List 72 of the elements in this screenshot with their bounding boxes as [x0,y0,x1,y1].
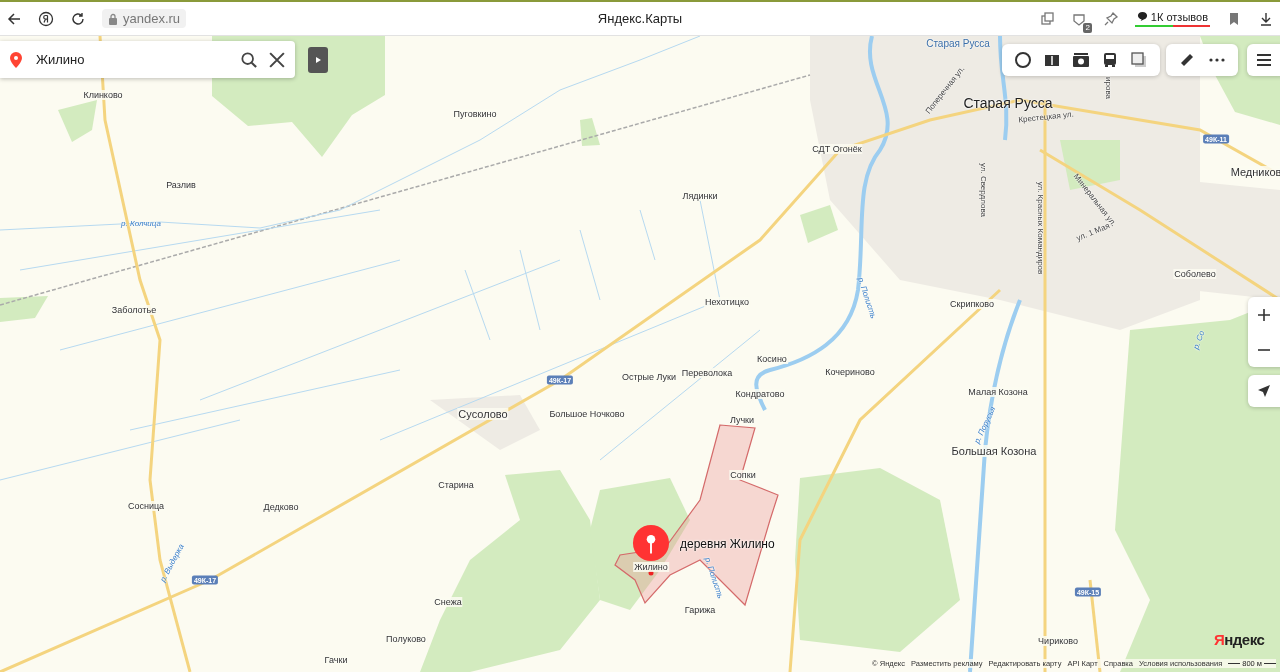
forest-area [0,296,48,322]
layers-icon[interactable] [1130,51,1149,69]
place-label: Нехотицко [704,297,750,307]
place-label: Гачки [323,655,349,665]
location-dot [648,570,654,576]
place-label: Медников [1229,166,1280,178]
marker-label: деревня Жилино [680,537,775,551]
place-label: Сопки [729,470,757,480]
river-label: р. Со [1191,329,1207,351]
place-label: Соболево [1173,269,1217,279]
yandex-logo: Яндекс [1214,631,1265,648]
place-label: Полуково [385,634,427,644]
place-label: СДТ Огонёк [811,144,863,154]
place-label: Большое Ночково [548,409,626,419]
river-label: р. Колчица [121,218,161,228]
district-label: Старая Русса [926,37,990,49]
place-label: Дедково [262,502,300,512]
location-arrow-icon [1257,384,1271,398]
place-label: Лучки [728,415,756,425]
place-label: Сосница [126,501,166,511]
place-label: Лядинки [681,191,719,201]
place-label: Сусолово [457,408,509,420]
city-label: Старая Русса [963,95,1053,111]
place-label: Переволока [680,368,734,378]
search-icon[interactable] [241,51,257,68]
place-label: Старина [437,480,475,490]
download-icon[interactable] [1258,10,1274,27]
street-label: ул. Свердлова [978,162,988,218]
counter-badge: 2 [1083,22,1092,33]
place-label: Острые Луки [620,372,678,382]
reload-icon[interactable] [70,10,86,27]
page-title: Яндекс.Карты [597,11,683,26]
lock-icon [108,12,118,25]
place-label: Кочериново [824,367,876,377]
address-bar[interactable]: yandex.ru [102,9,187,28]
place-label: Разлив [165,180,197,190]
search-input[interactable]: Жилино [34,51,229,68]
pin-icon [10,51,22,68]
street-label: ирова [1103,77,1113,99]
street-label: ул. Красных Командиров [1035,181,1045,275]
place-label: Малая Козона [967,387,1029,397]
place-label: Заболотье [110,305,158,315]
close-icon[interactable] [269,51,285,68]
back-icon[interactable] [6,10,22,27]
forest-area [58,100,97,142]
place-label: Скрипково [948,299,996,309]
camera-icon[interactable] [1071,51,1090,69]
field-area [800,205,838,243]
browser-logo-icon[interactable] [38,10,54,27]
reviews-button[interactable]: 1К отзывов [1134,10,1210,27]
location-button[interactable] [1248,375,1280,407]
speech-bubble-icon [1136,11,1148,22]
pin-icon[interactable] [1102,10,1119,27]
place-label: Клинково [82,90,124,100]
map-marker[interactable] [632,524,670,562]
place-label: Кондратово [734,389,786,399]
expand-button[interactable] [308,47,328,73]
place-label: Снежа [433,597,463,607]
zoom-in-icon[interactable] [1257,307,1271,322]
place-label: Чириково [1037,636,1079,646]
menu-icon [1255,51,1273,69]
place-label: Пуговкино [452,109,498,119]
place-label: Большая Козона [950,445,1038,457]
forest-area [580,118,600,146]
search-field[interactable]: Жилино [0,41,295,78]
place-label: Косино [756,354,788,364]
place-label: Жилино [633,562,669,572]
menu-button[interactable] [1247,44,1280,76]
tabs-icon[interactable] [1038,10,1055,27]
traffic-icon[interactable] [1013,51,1032,69]
street-label: ул. 1 Мая [1075,221,1111,243]
place-label: Гарижа [683,605,717,615]
